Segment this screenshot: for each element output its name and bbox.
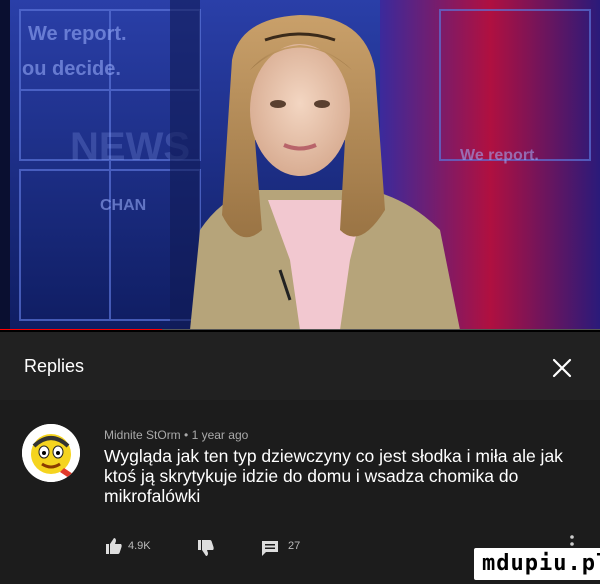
reply-count: 27	[288, 540, 301, 552]
reply-button[interactable]	[260, 538, 280, 561]
like-button[interactable]	[104, 536, 124, 559]
video-progress-bar[interactable]	[0, 329, 600, 330]
svg-text:CHAN: CHAN	[100, 197, 146, 214]
comment-time[interactable]: 1 year ago	[192, 428, 249, 442]
avatar[interactable]	[22, 424, 80, 482]
svg-text:We report.: We report.	[28, 23, 127, 45]
close-button[interactable]	[548, 354, 576, 382]
watermark: mdupiu.pl	[474, 548, 600, 580]
svg-text:ou decide.: ou decide.	[22, 58, 121, 80]
comment-text: Wygląda jak ten typ dziewczyny co jest s…	[104, 446, 563, 506]
close-icon	[552, 358, 572, 378]
meta-separator: •	[184, 428, 189, 442]
replies-header: Replies	[0, 332, 600, 400]
video-player[interactable]: We report. ou decide. CHAN NEWS We repor…	[0, 0, 600, 330]
like-count: 4.9K	[128, 540, 151, 552]
dislike-icon	[198, 540, 214, 556]
replies-title: Replies	[24, 356, 85, 376]
comment-meta: Midnite StOrm • 1 year ago	[104, 428, 248, 442]
svg-text:We report.: We report.	[460, 147, 539, 164]
video-frame-image: We report. ou decide. CHAN NEWS We repor…	[0, 0, 600, 330]
comment-author[interactable]: Midnite StOrm	[104, 428, 181, 442]
reply-icon	[262, 541, 278, 556]
replies-panel: Replies Midnite StOrm • 1 year ago Wyglą…	[0, 332, 600, 584]
like-icon	[106, 538, 122, 554]
avatar-image	[22, 424, 80, 482]
dislike-button[interactable]	[196, 538, 216, 561]
video-progress-played	[0, 329, 162, 330]
